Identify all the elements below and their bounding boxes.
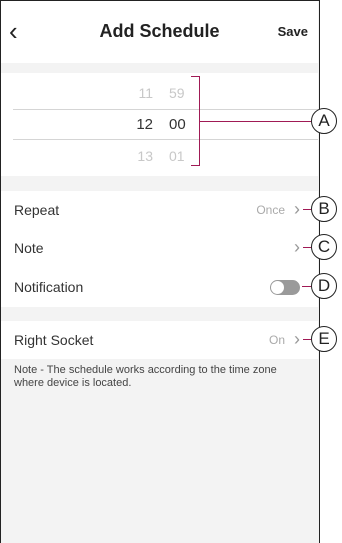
picker-row[interactable]: 13 01 xyxy=(1,148,318,168)
minute-value[interactable]: 01 xyxy=(169,148,193,164)
picker-row[interactable]: 11 59 xyxy=(1,85,318,105)
repeat-row[interactable]: Repeat Once › xyxy=(1,191,318,229)
picker-row-selected[interactable]: 12 00 xyxy=(1,116,318,136)
socket-value: On xyxy=(268,333,285,347)
callout-e: E xyxy=(311,326,337,352)
callout-line xyxy=(303,339,311,340)
callout-line xyxy=(303,209,311,210)
chevron-right-icon: › xyxy=(294,329,300,349)
selection-divider xyxy=(13,139,318,140)
callout-line xyxy=(303,247,311,248)
notification-label: Notification xyxy=(14,279,84,295)
socket-card: Right Socket On › xyxy=(1,321,318,359)
socket-label: Right Socket xyxy=(14,332,94,348)
hour-value[interactable]: 12 xyxy=(119,116,153,133)
time-picker[interactable]: 11 59 12 00 13 01 xyxy=(1,73,318,176)
timezone-note: Note - The schedule works according to t… xyxy=(14,364,277,389)
hour-value[interactable]: 13 xyxy=(119,148,153,164)
callout-line xyxy=(302,286,311,287)
toggle-knob xyxy=(271,281,284,294)
top-bar: ‹ Add Schedule Save xyxy=(1,1,318,63)
chevron-right-icon: › xyxy=(294,237,300,257)
notification-row: Notification xyxy=(1,268,318,306)
note-row[interactable]: Note › xyxy=(1,229,318,267)
minute-value[interactable]: 59 xyxy=(169,85,193,101)
chevron-right-icon: › xyxy=(294,199,300,219)
selection-divider xyxy=(13,109,318,110)
callout-d: D xyxy=(311,273,337,299)
right-socket-row[interactable]: Right Socket On › xyxy=(1,321,318,359)
save-button[interactable]: Save xyxy=(278,24,308,39)
callout-a: A xyxy=(311,108,337,134)
page-title: Add Schedule xyxy=(99,21,220,41)
callout-c: C xyxy=(311,234,337,260)
minute-value[interactable]: 00 xyxy=(169,116,193,133)
phone-screen: ‹ Add Schedule Save 11 59 12 00 13 01 Re… xyxy=(0,0,320,543)
hour-value[interactable]: 11 xyxy=(119,85,153,101)
callout-b: B xyxy=(311,196,337,222)
notification-toggle[interactable] xyxy=(270,280,300,295)
settings-card: Repeat Once › Note › Notification xyxy=(1,191,318,307)
note-label: Note xyxy=(14,240,44,256)
repeat-value: Once xyxy=(256,203,285,217)
repeat-label: Repeat xyxy=(14,202,60,218)
callout-line xyxy=(199,121,311,122)
